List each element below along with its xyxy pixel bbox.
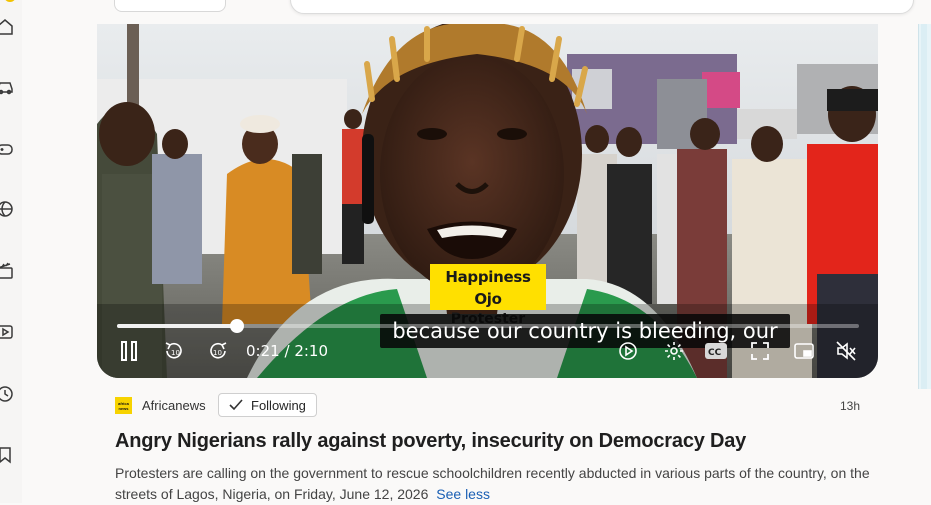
published-age: 13h: [840, 399, 861, 413]
right-panel-edge: [918, 24, 931, 389]
total-time: 2:10: [294, 342, 328, 360]
pause-icon[interactable]: [117, 338, 141, 364]
history-icon[interactable]: [0, 385, 14, 403]
article-title[interactable]: Angry Nigerians rally against poverty, i…: [115, 430, 875, 453]
bookmark-icon[interactable]: [0, 446, 14, 464]
fullscreen-icon[interactable]: [747, 338, 773, 364]
sports-icon[interactable]: [0, 200, 14, 218]
lower-third-nameplate: Happiness Ojo Protester: [430, 264, 546, 327]
current-time: 0:21: [246, 342, 280, 360]
search-bar[interactable]: [290, 0, 914, 14]
forward-10-icon[interactable]: 10: [205, 338, 231, 364]
captions-icon[interactable]: CC: [703, 338, 729, 364]
mute-icon[interactable]: [833, 338, 859, 364]
see-less-link[interactable]: See less: [436, 486, 490, 502]
source-logo[interactable]: africa news: [115, 397, 132, 414]
svg-text:10: 10: [213, 349, 222, 357]
brand-logo: [4, 0, 16, 2]
car-icon[interactable]: [0, 78, 14, 96]
progress-fill: [117, 324, 238, 328]
following-label: Following: [251, 397, 306, 413]
playback-time: 0:21 / 2:10: [246, 342, 328, 360]
svg-text:10: 10: [171, 349, 180, 357]
play-circle-icon[interactable]: [615, 338, 641, 364]
following-button[interactable]: Following: [218, 393, 317, 417]
settings-icon[interactable]: [661, 338, 687, 364]
cc-label: CC: [708, 348, 722, 358]
top-pill-button[interactable]: [114, 0, 226, 12]
source-logo-text: africa news: [118, 401, 129, 411]
checkmark-icon: [229, 399, 243, 411]
speaker-name: Happiness Ojo: [445, 268, 531, 308]
article-summary: Protesters are calling on the government…: [115, 463, 875, 505]
time-separator: /: [284, 342, 290, 360]
rewind-10-icon[interactable]: 10: [161, 338, 187, 364]
summary-text: Protesters are calling on the government…: [115, 465, 870, 502]
source-name[interactable]: Africanews: [142, 398, 206, 413]
picture-in-picture-icon[interactable]: [791, 338, 817, 364]
progress-bar[interactable]: [117, 319, 859, 333]
clapper-icon[interactable]: [0, 262, 14, 280]
home-icon[interactable]: [0, 18, 14, 36]
gamepad-icon[interactable]: [0, 140, 14, 158]
video-player[interactable]: Happiness Ojo Protester because our coun…: [97, 24, 878, 378]
video-icon[interactable]: [0, 323, 14, 341]
left-rail: [0, 0, 22, 503]
